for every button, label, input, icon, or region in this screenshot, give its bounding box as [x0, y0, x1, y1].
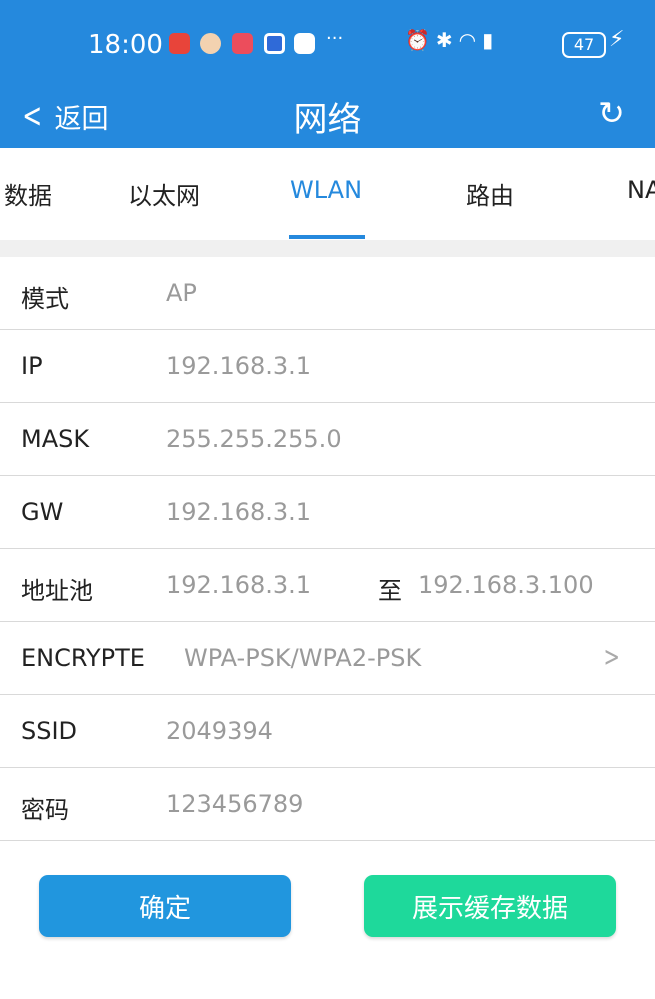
wlan-settings-form: 模式 AP IP 192.168.3.1 MASK 255.255.255.0 …	[0, 257, 655, 841]
show-cache-data-button[interactable]: 展示缓存数据	[364, 875, 616, 937]
mask-field[interactable]: 255.255.255.0	[166, 425, 342, 453]
app-header: 18:00 ··· ⏰✱◠▮ 47 ⚡ < 返回 网络 ↻	[0, 0, 655, 148]
notification-app-icon	[232, 33, 253, 54]
pool-end-field[interactable]: 192.168.3.100	[418, 571, 594, 599]
ssid-field[interactable]: 2049394	[166, 717, 273, 745]
password-row: 密码 123456789	[0, 768, 655, 841]
encryption-row[interactable]: ENCRYPTE WPA-PSK/WPA2-PSK >	[0, 622, 655, 695]
confirm-button[interactable]: 确定	[39, 875, 291, 937]
status-time: 18:00	[88, 30, 163, 60]
gateway-label: GW	[21, 498, 64, 526]
mode-row[interactable]: 模式 AP	[0, 257, 655, 330]
ssid-row: SSID 2049394	[0, 695, 655, 768]
chevron-right-icon: >	[603, 640, 620, 673]
ip-label: IP	[21, 352, 43, 380]
charging-icon: ⚡	[609, 27, 625, 52]
gateway-field[interactable]: 192.168.3.1	[166, 498, 311, 526]
section-divider	[0, 240, 655, 257]
encryption-label: ENCRYPTE	[21, 644, 145, 672]
active-tab-indicator	[289, 235, 365, 239]
status-bar: 18:00 ··· ⏰✱◠▮ 47 ⚡	[0, 0, 655, 90]
tab-bar: 数据 以太网 WLAN 路由 NA	[0, 148, 655, 240]
bluetooth-icon: ✱	[435, 28, 459, 52]
address-pool-label: 地址池	[21, 577, 93, 605]
ip-field[interactable]: 192.168.3.1	[166, 352, 311, 380]
notification-app-icon	[294, 33, 315, 54]
password-field[interactable]: 123456789	[166, 790, 303, 818]
notification-app-icon	[200, 33, 221, 54]
mask-label: MASK	[21, 425, 90, 453]
signal-icon: ▮	[482, 28, 500, 52]
password-label: 密码	[21, 796, 69, 824]
notification-app-icon	[169, 33, 190, 54]
tab-wlan[interactable]: WLAN	[290, 176, 362, 204]
tab-routing[interactable]: 路由	[466, 176, 514, 211]
ssid-label: SSID	[21, 717, 78, 745]
address-pool-row: 地址池 192.168.3.1 至 192.168.3.100	[0, 549, 655, 622]
tab-data[interactable]: 数据	[4, 176, 52, 211]
mode-value[interactable]: AP	[166, 279, 197, 307]
battery-icon: 47	[562, 32, 606, 58]
refresh-icon[interactable]: ↻	[598, 94, 625, 132]
mask-row: MASK 255.255.255.0	[0, 403, 655, 476]
system-status-icons: ⏰✱◠▮	[405, 28, 499, 52]
more-notifications-icon: ···	[326, 28, 344, 49]
tab-ethernet[interactable]: 以太网	[128, 176, 200, 211]
gateway-row: GW 192.168.3.1	[0, 476, 655, 549]
wifi-icon: ◠	[458, 28, 483, 52]
notification-mail-icon	[264, 33, 285, 54]
tab-nat[interactable]: NA	[627, 176, 655, 204]
encryption-value: WPA-PSK/WPA2-PSK	[184, 644, 422, 672]
mode-label: 模式	[21, 285, 69, 313]
page-title: 网络	[293, 100, 362, 140]
alarm-icon: ⏰	[405, 28, 436, 52]
pool-to-label: 至	[378, 577, 402, 605]
ip-row: IP 192.168.3.1	[0, 330, 655, 403]
pool-start-field[interactable]: 192.168.3.1	[166, 571, 311, 599]
